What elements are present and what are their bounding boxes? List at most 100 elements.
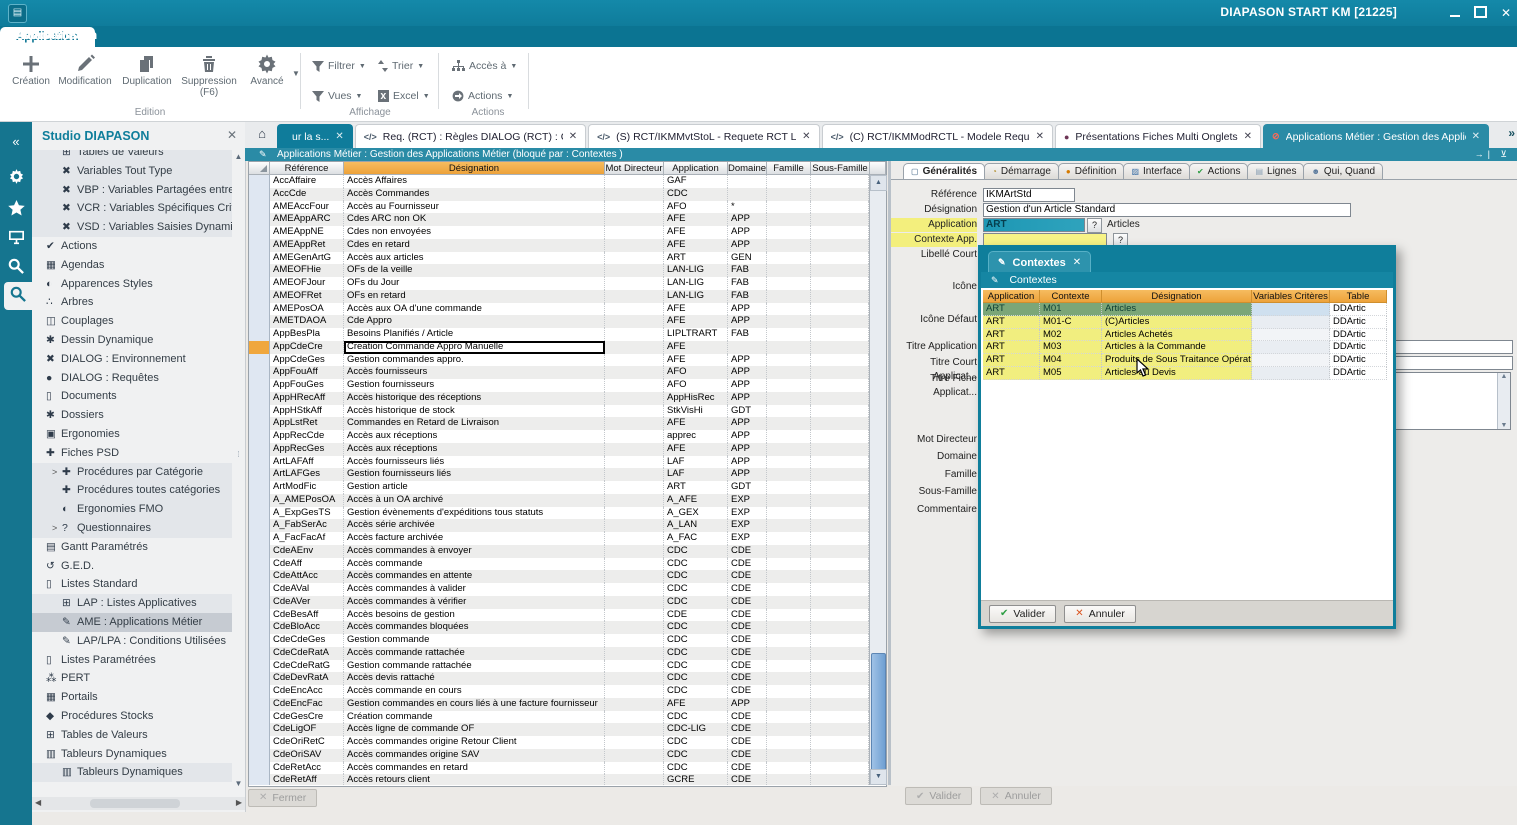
cell-application[interactable]: GAF	[664, 175, 728, 188]
cell-sous-famille[interactable]	[811, 405, 869, 418]
cell-designation[interactable]: Gestion article	[344, 481, 605, 494]
cell-sous-famille[interactable]	[811, 264, 869, 277]
cell-variables-criteres[interactable]	[1252, 341, 1330, 354]
table-row[interactable]: CdeEncFac Gestion commandes en cours lié…	[249, 698, 869, 711]
cell-application[interactable]: AppHisRec	[664, 392, 728, 405]
cell-application[interactable]: CDC	[664, 583, 728, 596]
table-row[interactable]: ArtLAFGes Gestion fournisseurs liés LAF …	[249, 468, 869, 481]
cell-sous-famille[interactable]	[811, 672, 869, 685]
cell-contexte[interactable]: M04	[1040, 354, 1102, 367]
cell-sous-famille[interactable]	[811, 366, 869, 379]
cell-application[interactable]: A_FAC	[664, 532, 728, 545]
cell-mot-directeur[interactable]	[605, 354, 664, 367]
scrollbar-thumb[interactable]	[871, 653, 886, 771]
cell-application[interactable]: ART	[983, 341, 1040, 354]
cell-mot-directeur[interactable]	[605, 660, 664, 673]
panel-tab[interactable]: ▢ Généralités	[903, 163, 985, 179]
table-row[interactable]: CdeAff Accès commande CDC CDE	[249, 558, 869, 571]
tab-close-icon[interactable]: ✕	[1036, 131, 1044, 142]
table-row[interactable]: A_AMEPosOA Accès à un OA archivé A_AFE E…	[249, 494, 869, 507]
sidebar-item[interactable]: ◫ Couplages	[32, 312, 232, 331]
cell-famille[interactable]	[767, 201, 811, 214]
cell-application[interactable]: AFE	[664, 315, 728, 328]
column-header-designation[interactable]: Désignation	[344, 162, 605, 175]
cell-sous-famille[interactable]	[811, 175, 869, 188]
cell-mot-directeur[interactable]	[605, 634, 664, 647]
cell-domaine[interactable]: CDE	[728, 596, 767, 609]
cell-application[interactable]: LIPLTRART	[664, 328, 728, 341]
sidebar-item[interactable]: ▦ Agendas	[32, 256, 232, 275]
cell-sous-famille[interactable]	[811, 583, 869, 596]
cell-sous-famille[interactable]	[811, 647, 869, 660]
cell-reference[interactable]: A_ExpGesTS	[270, 507, 344, 520]
cell-domaine[interactable]: CDE	[728, 545, 767, 558]
cell-application[interactable]: AFO	[664, 201, 728, 214]
cell-reference[interactable]: AppBesPla	[270, 328, 344, 341]
cell-application[interactable]: CDC	[664, 621, 728, 634]
cell-sous-famille[interactable]	[811, 545, 869, 558]
cell-mot-directeur[interactable]	[605, 175, 664, 188]
table-row[interactable]: CdeBesAff Accès besoins de gestion CDE C…	[249, 609, 869, 622]
cell-mot-directeur[interactable]	[605, 226, 664, 239]
cell-designation[interactable]: Accès commandes à valider	[344, 583, 605, 596]
tab-close-icon[interactable]: ✕	[335, 131, 343, 142]
cell-designation[interactable]: Gestion commandes appro.	[344, 354, 605, 367]
cell-sous-famille[interactable]	[811, 609, 869, 622]
cell-sous-famille[interactable]	[811, 354, 869, 367]
cell-designation[interactable]: Accès fournisseurs	[344, 366, 605, 379]
sidebar-vertical-scrollbar[interactable]: ▲ ⁞ ▼	[233, 150, 244, 790]
cell-reference[interactable]: CdeAVal	[270, 583, 344, 596]
column-header-domaine[interactable]: Domaine	[728, 162, 767, 175]
cell-designation[interactable]: Accès série archivée	[344, 519, 605, 532]
table-row[interactable]: CdeCdeRatA Accès commande rattachée CDC …	[249, 647, 869, 660]
cell-famille[interactable]	[767, 698, 811, 711]
cell-domaine[interactable]: APP	[728, 430, 767, 443]
cell-designation[interactable]: Articles au Devis	[1102, 367, 1252, 380]
row-selector[interactable]	[249, 774, 270, 785]
cell-domaine[interactable]: APP	[728, 417, 767, 430]
cell-famille[interactable]	[767, 723, 811, 736]
cell-sous-famille[interactable]	[811, 774, 869, 785]
table-vertical-scrollbar[interactable]: ▲ ▼	[869, 175, 886, 785]
cell-domaine[interactable]: APP	[728, 443, 767, 456]
cell-reference[interactable]: CdeLigOF	[270, 723, 344, 736]
cell-reference[interactable]: CdeEncFac	[270, 698, 344, 711]
expand-arrow-icon[interactable]: >	[52, 519, 62, 538]
cell-designation[interactable]: Besoins Planifiés / Article	[344, 328, 605, 341]
cell-domaine[interactable]: APP	[728, 698, 767, 711]
column-header-designation[interactable]: Désignation	[1102, 290, 1252, 303]
cell-mot-directeur[interactable]	[605, 774, 664, 785]
cell-application[interactable]: A_LAN	[664, 519, 728, 532]
cell-sous-famille[interactable]	[811, 392, 869, 405]
cell-sous-famille[interactable]	[811, 570, 869, 583]
cell-mot-directeur[interactable]	[605, 519, 664, 532]
table-row[interactable]: CdeRetAff Accès retours client GCRE CDE	[249, 774, 869, 785]
cell-mot-directeur[interactable]	[605, 201, 664, 214]
table-row[interactable]: CdeAEnv Accès commandes à envoyer CDC CD…	[249, 545, 869, 558]
cell-reference[interactable]: A_FacFacAf	[270, 532, 344, 545]
cell-famille[interactable]	[767, 762, 811, 775]
cell-reference[interactable]: AMEAccFour	[270, 201, 344, 214]
cell-famille[interactable]	[767, 405, 811, 418]
document-tab[interactable]: ● Présentations Fiches Multi Onglets ✕	[1055, 124, 1261, 148]
cell-designation[interactable]: Cde Appro	[344, 315, 605, 328]
cell-famille[interactable]	[767, 417, 811, 430]
row-selector[interactable]	[249, 532, 270, 545]
table-row[interactable]: AppCdeCre Creation Commande Appro Manuel…	[249, 341, 869, 354]
cell-application[interactable]: CDC	[664, 762, 728, 775]
cell-reference[interactable]: CdeDevRatA	[270, 672, 344, 685]
cell-sous-famille[interactable]	[811, 519, 869, 532]
cell-reference[interactable]: A_FabSerAc	[270, 519, 344, 532]
cell-designation[interactable]: OFs du Jour	[344, 277, 605, 290]
cell-mot-directeur[interactable]	[605, 417, 664, 430]
cell-reference[interactable]: AMEAppRet	[270, 239, 344, 252]
cell-designation[interactable]: Accès commandes origine SAV	[344, 749, 605, 762]
cell-reference[interactable]: ArtModFic	[270, 481, 344, 494]
cell-sous-famille[interactable]	[811, 558, 869, 571]
cell-famille[interactable]	[767, 328, 811, 341]
search-icon[interactable]	[0, 254, 32, 282]
cell-designation[interactable]: Accès commandes bloquées	[344, 621, 605, 634]
cell-application[interactable]: LAN-LIG	[664, 264, 728, 277]
cell-reference[interactable]: AppLstRet	[270, 417, 344, 430]
cell-sous-famille[interactable]	[811, 188, 869, 201]
